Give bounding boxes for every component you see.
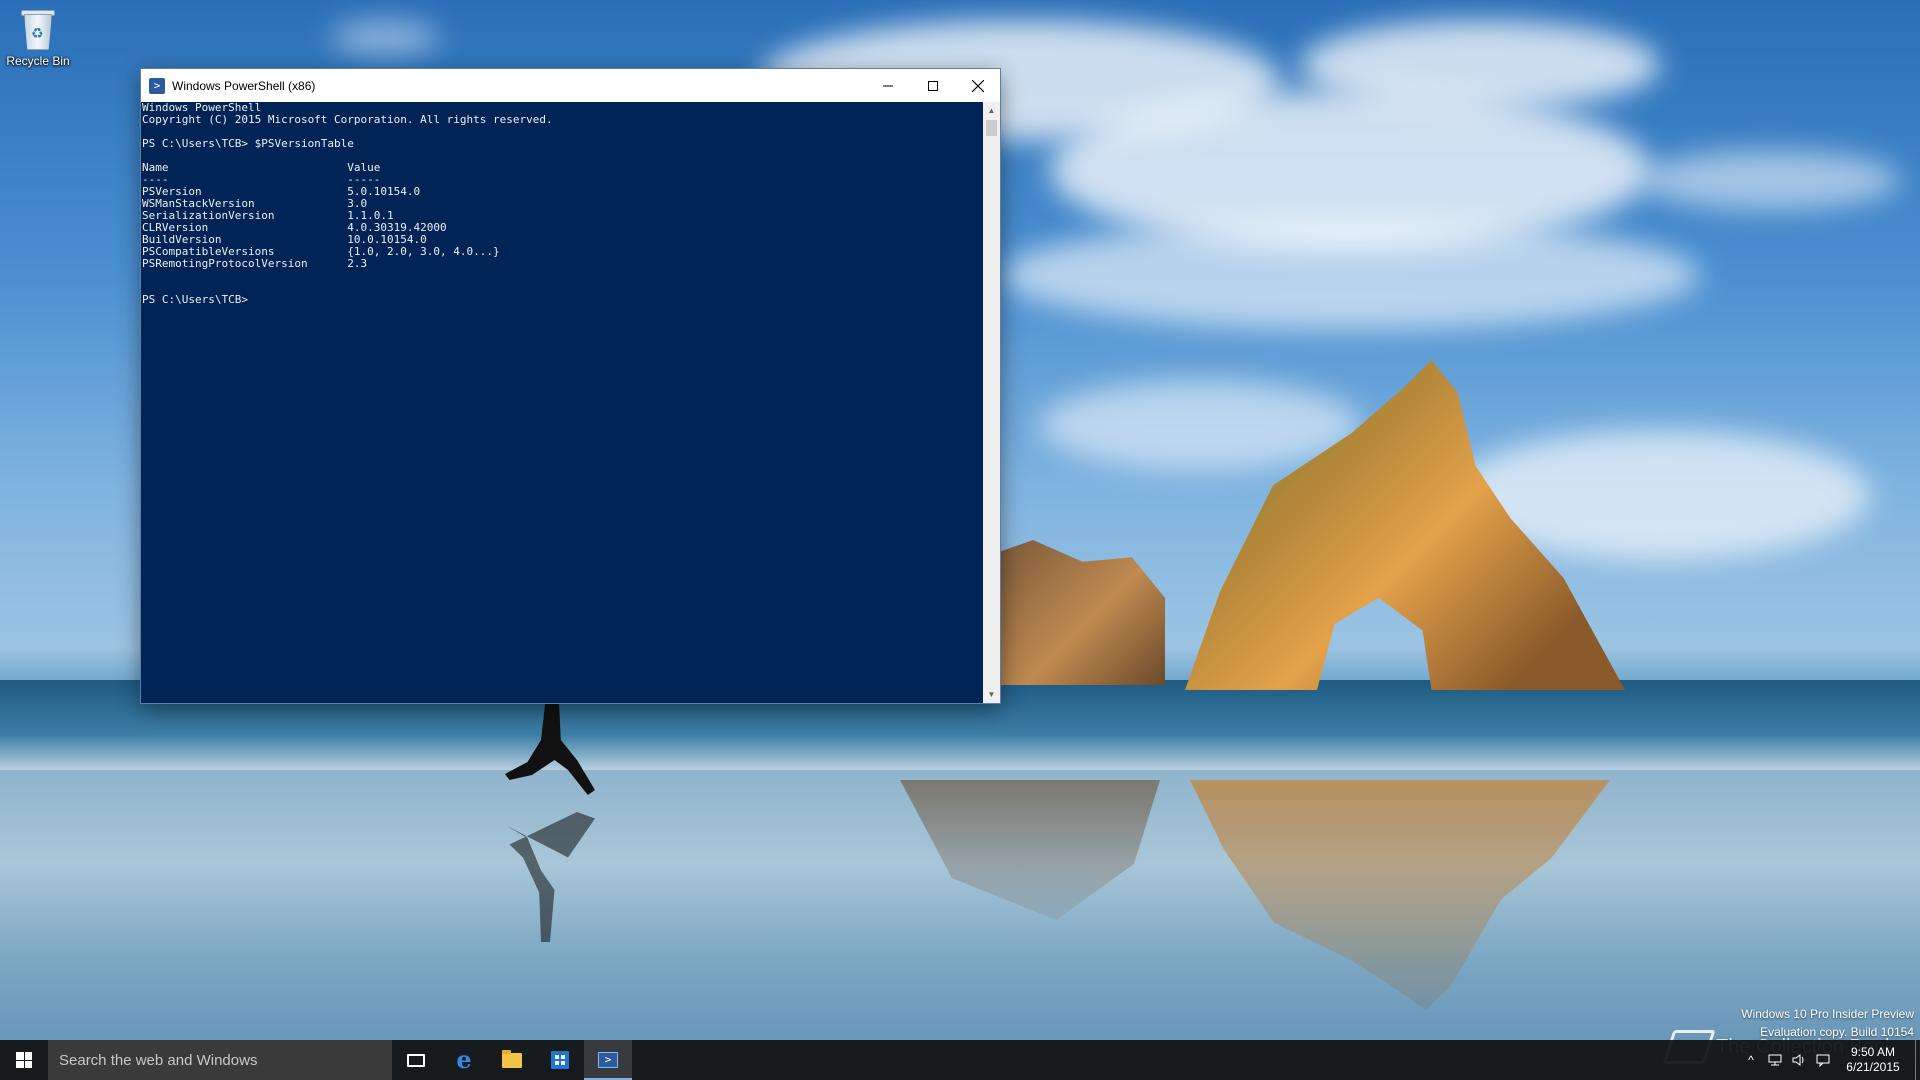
powershell-window[interactable]: > Windows PowerShell (x86) Windows Power… <box>141 69 1000 703</box>
scroll-up-arrow[interactable]: ▲ <box>983 102 1000 119</box>
console-output[interactable]: Windows PowerShell Copyright (C) 2015 Mi… <box>141 102 983 703</box>
edge-icon: e <box>456 1045 472 1074</box>
window-title: Windows PowerShell (x86) <box>172 78 316 93</box>
maximize-icon <box>927 80 938 91</box>
clock[interactable]: 9:50 AM 6/21/2015 <box>1835 1045 1911 1075</box>
window-controls <box>865 69 1000 102</box>
minimize-icon <box>882 85 893 86</box>
powershell-icon: > <box>598 1052 618 1068</box>
close-button[interactable] <box>955 69 1000 102</box>
clock-time: 9:50 AM <box>1850 1045 1896 1059</box>
task-view-icon <box>407 1053 425 1067</box>
task-view-button[interactable] <box>392 1040 440 1080</box>
desktop-icon-label: Recycle Bin <box>6 54 70 68</box>
system-tray: ^ 9:50 AM 6/21/2015 <box>1739 1040 1920 1080</box>
show-desktop-button[interactable] <box>1915 1040 1920 1080</box>
store-button[interactable] <box>536 1040 584 1080</box>
volume-icon[interactable] <box>1787 1040 1811 1080</box>
powershell-icon: > <box>149 77 165 94</box>
edge-button[interactable]: e <box>440 1040 488 1080</box>
window-titlebar[interactable]: > Windows PowerShell (x86) <box>141 69 1000 102</box>
close-icon <box>971 79 984 92</box>
taskbar: Search the web and Windows e > ^ 9:50 AM… <box>0 1040 1920 1080</box>
windows-logo-icon <box>16 1052 32 1068</box>
chevron-up-icon[interactable]: ^ <box>1739 1040 1763 1080</box>
vertical-scrollbar[interactable]: ▲ ▼ <box>983 102 1000 703</box>
scroll-thumb[interactable] <box>986 120 997 136</box>
network-icon[interactable] <box>1763 1040 1787 1080</box>
notifications-icon[interactable] <box>1811 1040 1835 1080</box>
folder-icon <box>502 1049 522 1068</box>
watermark-edition: Windows 10 Pro Insider Preview <box>1741 1007 1914 1021</box>
search-box[interactable]: Search the web and Windows <box>48 1040 392 1080</box>
start-button[interactable] <box>0 1040 48 1080</box>
powershell-taskbar-button[interactable]: > <box>584 1040 632 1080</box>
recycle-bin-icon: ♻ <box>18 6 58 52</box>
file-explorer-button[interactable] <box>488 1040 536 1080</box>
scroll-down-arrow[interactable]: ▼ <box>983 686 1000 703</box>
search-placeholder: Search the web and Windows <box>59 1051 258 1069</box>
console-text: Windows PowerShell Copyright (C) 2015 Mi… <box>142 102 553 306</box>
minimize-button[interactable] <box>865 69 910 102</box>
store-icon <box>551 1051 569 1069</box>
desktop-icon-recycle-bin[interactable]: ♻ Recycle Bin <box>4 6 72 68</box>
clock-date: 6/21/2015 <box>1846 1060 1900 1074</box>
maximize-button[interactable] <box>910 69 955 102</box>
